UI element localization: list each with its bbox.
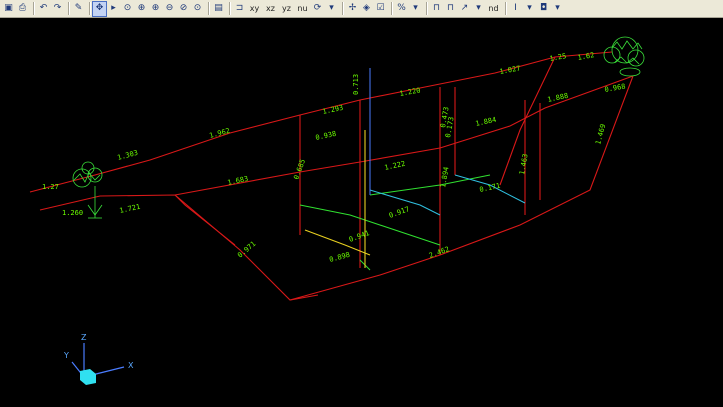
view-dropdown-icon[interactable]: ▾ bbox=[325, 2, 338, 16]
dim-label: 1.962 bbox=[208, 127, 230, 140]
save-icon[interactable]: ▣ bbox=[2, 2, 15, 16]
check-icon[interactable]: ☑ bbox=[374, 2, 387, 16]
drawing-canvas[interactable]: 1.27 1.260 1.721 1.303 1.962 1.293 1.220… bbox=[0, 18, 723, 407]
view-top-icon[interactable]: ⊐ bbox=[233, 2, 246, 16]
zoom-out-icon[interactable]: ⊖ bbox=[163, 2, 176, 16]
dim-label: 1.293 bbox=[322, 104, 344, 116]
zoom-in-icon[interactable]: ⊕ bbox=[149, 2, 162, 16]
toolbar-separator bbox=[229, 2, 230, 15]
pan-icon[interactable]: ✥ bbox=[92, 0, 107, 17]
text-dropdown-icon[interactable]: ▾ bbox=[523, 2, 536, 16]
toolbar-separator bbox=[391, 2, 392, 15]
print-icon[interactable]: ⎙ bbox=[16, 2, 29, 16]
layers-icon[interactable]: ◘ bbox=[537, 2, 550, 16]
rotate-view-icon[interactable]: ⟳ bbox=[311, 2, 324, 16]
dim-label: 1.25 bbox=[549, 52, 567, 63]
undo-icon[interactable]: ↶ bbox=[37, 2, 50, 16]
percent-icon[interactable]: % bbox=[395, 2, 408, 16]
ucs-z-label: Z bbox=[81, 333, 87, 342]
dim-label: 0.917 bbox=[388, 205, 411, 220]
dim-label: 1.721 bbox=[119, 203, 141, 215]
text-cursor-icon[interactable]: I bbox=[509, 2, 522, 16]
toolbar-separator bbox=[342, 2, 343, 15]
cad-toolbar: ▣ ⎙ ↶ ↷ ✎ ✥ ▸ ⊙ ⊕ ⊕ ⊖ ⊘ ⊙ ▤ ⊐ xy xz yz nu ⟳ ▾ ✢ ◈ ☑% ▾ ⊓ ⊓ ↗ ▾ nd I ▾ ◘ ▾ bbox=[0, 0, 723, 18]
elevation-dropdown-icon[interactable]: ▾ bbox=[472, 2, 485, 16]
dim-label: 1.260 bbox=[62, 209, 83, 217]
dim-label: 1.888 bbox=[547, 92, 569, 104]
tree-symbol-right bbox=[603, 36, 645, 77]
zoom-extents-icon[interactable]: ⊘ bbox=[177, 2, 190, 16]
dim-label: 1.222 bbox=[384, 160, 406, 172]
dim-label: 0.941 bbox=[348, 229, 371, 244]
toolbar-separator bbox=[89, 2, 90, 15]
toolbar-separator bbox=[505, 2, 506, 15]
orbit-icon[interactable]: ▸ bbox=[107, 2, 120, 16]
view-xz-icon[interactable]: xz bbox=[263, 2, 278, 16]
shade-icon[interactable]: ◈ bbox=[360, 2, 373, 16]
dim-label: 1.62 bbox=[577, 51, 595, 62]
toolbar-separator bbox=[33, 2, 34, 15]
redo-icon[interactable]: ↷ bbox=[51, 2, 64, 16]
ucs-icon: X Y Z bbox=[63, 333, 134, 385]
dim-label: 0.938 bbox=[315, 130, 337, 142]
dimension-icon[interactable]: ⊓ bbox=[430, 2, 443, 16]
dim-label: 1.894 bbox=[439, 166, 451, 188]
dim-label: 0.713 bbox=[352, 74, 360, 95]
green-run-1 bbox=[299, 204, 441, 246]
dim-label: 1.884 bbox=[475, 116, 497, 128]
toolbar-separator bbox=[68, 2, 69, 15]
percent-dropdown-icon[interactable]: ▾ bbox=[409, 2, 422, 16]
elevation-icon[interactable]: ↗ bbox=[458, 2, 471, 16]
dim-label: 0.898 bbox=[328, 251, 350, 264]
nd-icon[interactable]: nd bbox=[486, 2, 501, 16]
named-views-icon[interactable]: ▤ bbox=[212, 2, 225, 16]
dim-label: 0.968 bbox=[604, 82, 626, 94]
dim-label: 0.685 bbox=[292, 158, 307, 181]
dim-label: 1.027 bbox=[499, 64, 521, 76]
dimension-labels: 1.27 1.260 1.721 1.303 1.962 1.293 1.220… bbox=[42, 51, 626, 264]
green-run-2 bbox=[369, 174, 491, 196]
view-xy-icon[interactable]: xy bbox=[247, 2, 262, 16]
zoom-previous-icon[interactable]: ⊙ bbox=[191, 2, 204, 16]
layers-dropdown-icon[interactable]: ▾ bbox=[551, 2, 564, 16]
toolbar-separator bbox=[426, 2, 427, 15]
pencil-icon[interactable]: ✎ bbox=[72, 2, 85, 16]
dim-label: 0.171 bbox=[479, 182, 501, 194]
toolbar-separator bbox=[208, 2, 209, 15]
dim-label: 1.469 bbox=[594, 123, 607, 145]
dim-label: 1.303 bbox=[116, 149, 138, 162]
level-icon[interactable]: ⊓ bbox=[444, 2, 457, 16]
dim-label: 1.220 bbox=[399, 86, 421, 98]
dim-label: 2.462 bbox=[428, 245, 451, 260]
dim-label: 1.27 bbox=[42, 183, 59, 191]
dim-label: 1.683 bbox=[227, 175, 249, 187]
zoom-window-icon[interactable]: ⊕ bbox=[135, 2, 148, 16]
zoom-realtime-icon[interactable]: ⊙ bbox=[121, 2, 134, 16]
ucs-y-label: Y bbox=[63, 351, 69, 360]
ucs-x-label: X bbox=[128, 361, 134, 370]
view-nu-icon[interactable]: nu bbox=[295, 2, 310, 16]
move-icon[interactable]: ✢ bbox=[346, 2, 359, 16]
view-yz-icon[interactable]: yz bbox=[279, 2, 294, 16]
dim-label: 1.463 bbox=[518, 153, 530, 175]
